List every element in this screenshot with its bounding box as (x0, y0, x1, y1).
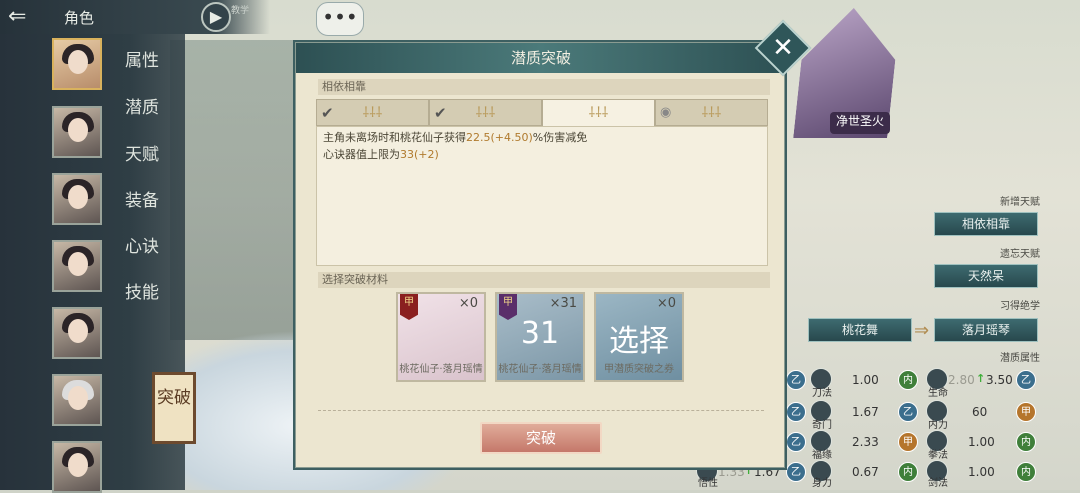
forgotten-talent-label: 遗忘天赋 (1000, 249, 1040, 260)
grade-badge: 内 (1016, 462, 1036, 482)
chat-bubble-icon[interactable]: ••• (316, 2, 364, 36)
menu-item-attributes[interactable]: 属性 (125, 46, 159, 71)
attr-row: 乙 福缘 2.33 甲 拳法 1.00 内 (780, 430, 1080, 461)
grade-badge: 乙 (786, 402, 806, 422)
learned-skill-label: 习得绝学 (1000, 301, 1040, 312)
tab-stars: ⸸⸸⸸ (701, 105, 722, 121)
checkmark-icon: ✔ (321, 104, 334, 122)
grade-badge: 乙 (1016, 370, 1036, 390)
grade-badge: 内 (898, 370, 918, 390)
desc-line-2: 心诀器值上限为33(+2) (323, 148, 439, 161)
character-portrait[interactable] (52, 374, 102, 426)
material-slot[interactable]: 甲 ×31 31 桃花仙子·落月瑶情 (495, 292, 585, 382)
attr-value: 1.00 (968, 465, 995, 479)
attr-value: 0.67 (852, 465, 879, 479)
tab-level-3[interactable]: ⸸⸸⸸ (542, 99, 655, 126)
attr-value: 60 (972, 405, 988, 419)
page-title: 角色 (64, 9, 95, 27)
material-count: ×0 (656, 296, 676, 311)
talent-section-title: 相依相靠 (318, 79, 770, 95)
select-overlay: 选择 (609, 324, 669, 359)
attr-row: 乙 奇门 1.67 乙 内力 60 甲 (780, 400, 1080, 431)
character-portrait[interactable] (52, 441, 102, 493)
attr-name: 剑法 (928, 478, 948, 489)
arrow-right-icon: ⇒ (914, 320, 930, 341)
grade-badge: 甲 (400, 294, 418, 320)
attr-value: 1.67 (852, 405, 879, 419)
attr-old-value: 2.80 (948, 373, 975, 387)
material-name: 桃花仙子·落月瑶情 (498, 364, 582, 375)
grade-badge: 乙 (898, 402, 918, 422)
attr-name: 拳法 (928, 450, 948, 461)
attr-name: 奇门 (812, 420, 832, 431)
back-arrow-icon[interactable]: ⇐ (8, 6, 48, 28)
forgotten-talent-button[interactable]: 天然呆 (934, 264, 1038, 288)
attr-name: 悟性 (698, 478, 718, 489)
attr-name: 生命 (928, 388, 948, 399)
attr-value: 2.33 (852, 435, 879, 449)
material-count: ×31 (549, 296, 577, 311)
character-portrait[interactable] (52, 240, 102, 292)
grade-badge: 乙 (786, 432, 806, 452)
character-portrait[interactable] (52, 38, 102, 90)
materials-section-title: 选择突破材料 (318, 272, 770, 288)
hero-name: 净世圣火 (830, 112, 890, 134)
tab-level-1[interactable]: ✔ ⸸⸸⸸ (316, 99, 429, 126)
breakthrough-button[interactable]: 突破 (480, 422, 602, 454)
talent-description: 主角未离场时和桃花仙子获得22.5(+4.50)%伤害减免 心诀器值上限为33(… (316, 126, 768, 266)
background-building (170, 40, 310, 340)
tutorial-label: 教学 (231, 6, 250, 16)
attr-name: 福缘 (812, 450, 832, 461)
attr-value: 1.00 (852, 373, 879, 387)
grade-badge: 甲 (1016, 402, 1036, 422)
attr-new-value: 3.50 (986, 373, 1013, 387)
attr-name: 内力 (928, 420, 948, 431)
desc-line-1: 主角未离场时和桃花仙子获得22.5(+4.50)%伤害减免 (323, 131, 588, 144)
material-overlay-count: 31 (520, 316, 560, 351)
star-level-tabs: ✔ ⸸⸸⸸ ✔ ⸸⸸⸸ ⸸⸸⸸ ◉ ⸸⸸⸸ (316, 99, 768, 126)
tab-stars: ⸸⸸⸸ (362, 105, 383, 121)
character-portrait[interactable] (52, 307, 102, 359)
eye-icon: ◉ (660, 105, 672, 120)
tutorial-play-button[interactable]: ▶ (201, 2, 231, 32)
attr-name: 刀法 (812, 388, 832, 399)
potential-attr-label: 潜质属性 (1000, 353, 1040, 364)
new-talent-label: 新增天赋 (1000, 197, 1040, 208)
grade-badge: 内 (898, 462, 918, 482)
divider (318, 410, 764, 411)
grade-badge: 内 (1016, 432, 1036, 452)
material-slot[interactable]: 甲 ×0 桃花仙子·落月瑶情 (396, 292, 486, 382)
character-portrait[interactable] (52, 173, 102, 225)
attr-row: 悟性 1.33 ↑ 1.67 乙 身力 0.67 内 剑法 1.00 内 (696, 460, 1080, 489)
attr-row: 乙 刀法 1.00 内 生命 2.80 ↑ 3.50 乙 (780, 368, 1080, 399)
material-count: ×0 (458, 296, 478, 311)
tab-stars: ⸸⸸⸸ (475, 105, 496, 121)
material-name: 桃花仙子·落月瑶情 (399, 364, 483, 375)
tab-stars: ⸸⸸⸸ (588, 105, 609, 121)
grade-badge: 甲 (898, 432, 918, 452)
up-arrow-icon: ↑ (976, 372, 986, 385)
menu-item-equipment[interactable]: 装备 (125, 186, 159, 211)
checkmark-icon: ✔ (434, 104, 447, 122)
menu-item-mind-art[interactable]: 心诀 (125, 232, 159, 257)
grade-badge: 乙 (786, 370, 806, 390)
attr-name: 身力 (812, 478, 832, 489)
character-portrait[interactable] (52, 106, 102, 158)
new-talent-button[interactable]: 相依相靠 (934, 212, 1038, 236)
dialog-title: 潜质突破 (296, 43, 786, 73)
skill-to-button[interactable]: 落月瑶琴 (934, 318, 1038, 342)
grade-badge: 乙 (786, 462, 806, 482)
tab-level-4[interactable]: ◉ ⸸⸸⸸ (655, 99, 768, 126)
skill-from-button[interactable]: 桃花舞 (808, 318, 912, 342)
potential-breakthrough-dialog: 潜质突破 相依相靠 ✔ ⸸⸸⸸ ✔ ⸸⸸⸸ ⸸⸸⸸ ◉ ⸸⸸⸸ 主角未离场时和桃花仙子… (295, 42, 786, 468)
attr-value: 1.00 (968, 435, 995, 449)
menu-item-skills[interactable]: 技能 (125, 278, 159, 303)
material-slot[interactable]: ×0 选择 甲潜质突破之券 (594, 292, 684, 382)
tab-level-2[interactable]: ✔ ⸸⸸⸸ (429, 99, 542, 126)
breakthrough-scroll-button[interactable]: 突破 (152, 372, 196, 444)
menu-item-talent[interactable]: 天赋 (125, 140, 159, 165)
material-name: 甲潜质突破之券 (604, 364, 674, 375)
menu-item-potential[interactable]: 潜质 (125, 93, 159, 118)
